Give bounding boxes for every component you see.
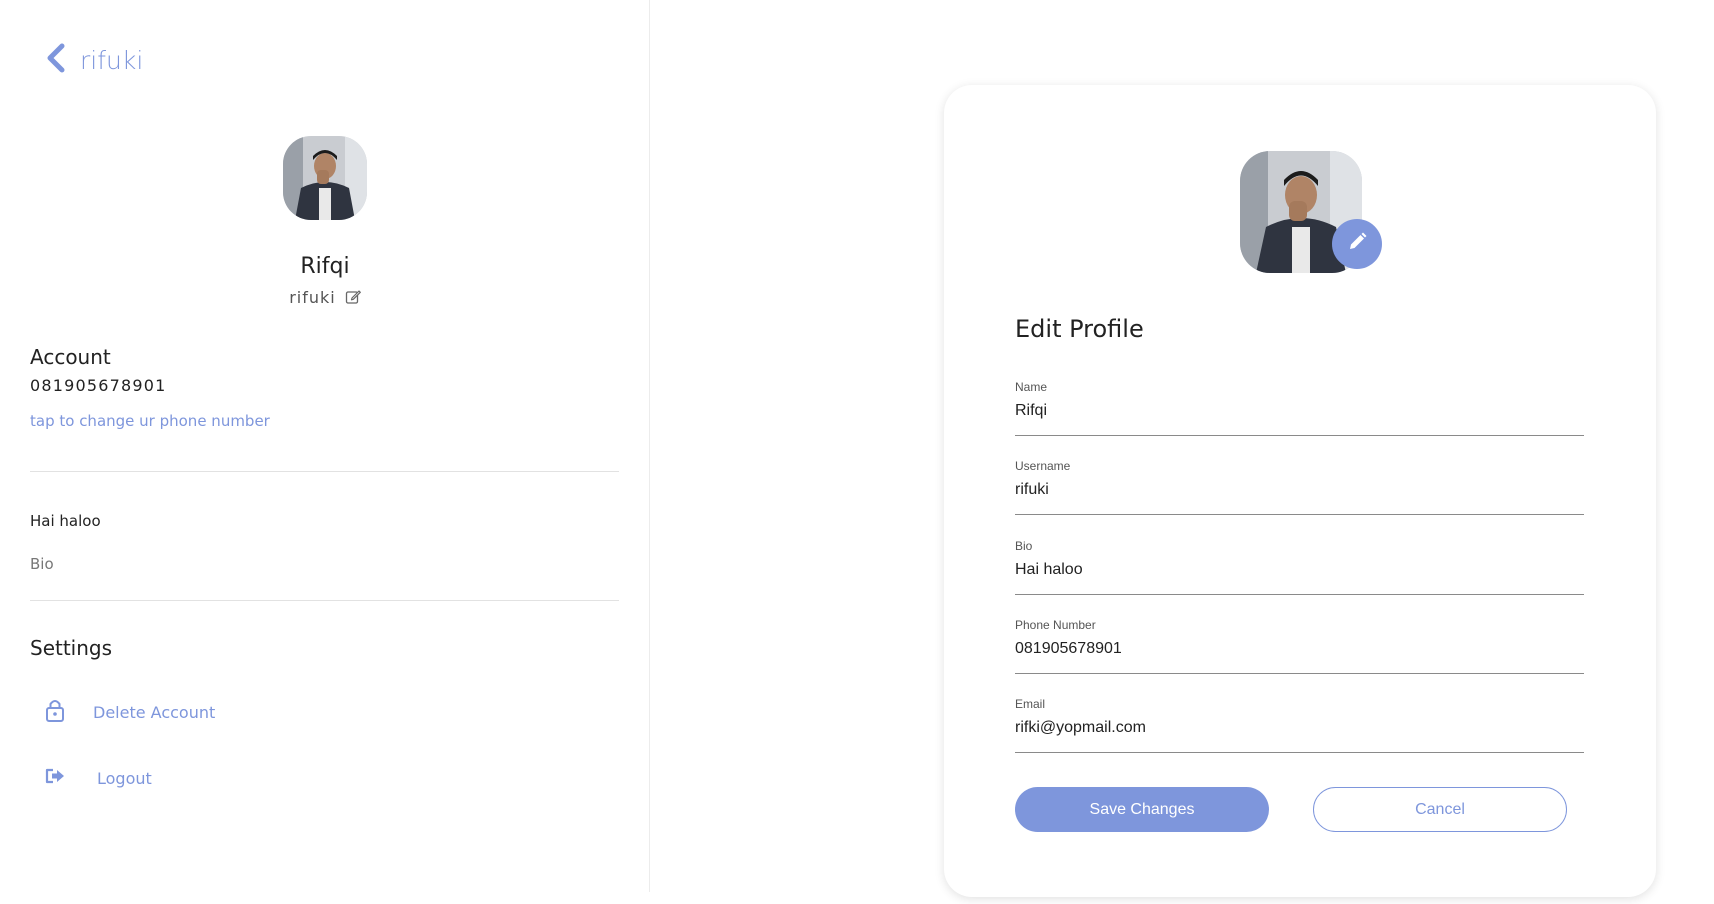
phone-number: 081905678901 (30, 376, 167, 395)
display-name: Rifqi (300, 254, 350, 279)
cancel-button[interactable]: Cancel (1313, 787, 1567, 832)
phone-input[interactable] (1015, 638, 1584, 660)
username-text: rifuki (289, 288, 336, 307)
account-title: Account (30, 345, 111, 369)
phone-field: Phone Number (1015, 618, 1584, 674)
username-input[interactable] (1015, 479, 1584, 501)
bio-field: Bio (1015, 539, 1584, 595)
avatar-editor (1240, 151, 1382, 281)
delete-account-button[interactable]: Delete Account (44, 697, 215, 728)
back-button[interactable]: rifuki (44, 42, 143, 79)
edit-profile-card: Edit Profile Name Username Bio Phone Num… (944, 85, 1656, 897)
bio-label: Bio (30, 555, 54, 573)
username-row: rifuki (0, 288, 650, 307)
pencil-icon (1346, 231, 1368, 258)
phone-label: Phone Number (1015, 618, 1096, 632)
divider (30, 600, 619, 601)
logout-label: Logout (97, 769, 152, 788)
page-title: Edit Profile (1015, 315, 1144, 343)
logout-button[interactable]: Logout (44, 763, 152, 794)
lock-icon (44, 697, 66, 728)
email-input[interactable] (1015, 717, 1584, 739)
bio-input[interactable] (1015, 559, 1584, 581)
delete-account-label: Delete Account (93, 703, 216, 722)
bio-field-label: Bio (1015, 539, 1033, 553)
avatar (283, 136, 367, 220)
name-field: Name (1015, 380, 1584, 436)
divider (30, 471, 619, 472)
bio-value: Hai haloo (30, 512, 101, 530)
email-field: Email (1015, 697, 1584, 753)
name-label: Name (1015, 380, 1048, 394)
save-changes-button[interactable]: Save Changes (1015, 787, 1269, 832)
profile-sidebar: rifuki Rifqi rifuki Account 081905678901… (0, 0, 650, 892)
change-phone-link[interactable]: tap to change ur phone number (30, 412, 270, 430)
email-label: Email (1015, 697, 1046, 711)
change-avatar-button[interactable] (1332, 219, 1382, 269)
edit-icon[interactable] (342, 288, 361, 307)
name-input[interactable] (1015, 400, 1584, 422)
chevron-left-icon (44, 42, 68, 79)
username-label: Username (1015, 459, 1071, 473)
logout-icon (44, 763, 66, 794)
back-label: rifuki (80, 46, 144, 75)
username-field: Username (1015, 459, 1584, 515)
settings-title: Settings (30, 636, 113, 660)
